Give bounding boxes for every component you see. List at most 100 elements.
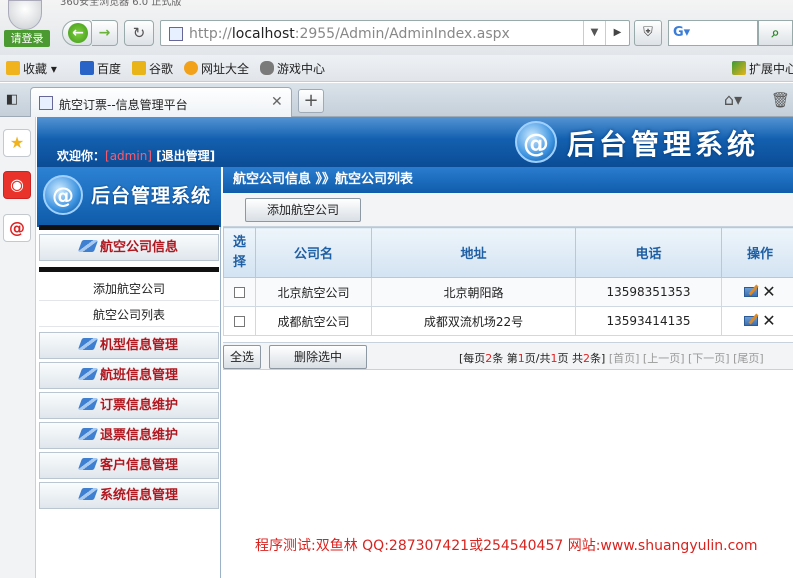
divider xyxy=(39,267,219,272)
cell-phone: 13598351353 xyxy=(575,277,722,307)
cell-name: 北京航空公司 xyxy=(255,277,372,307)
delete-icon[interactable]: ✕ xyxy=(762,313,775,329)
sidebar-header: @ 后台管理系统 xyxy=(37,167,221,227)
address-dropdown-icon[interactable]: ▼ xyxy=(583,21,605,45)
search-icon: ⌕ xyxy=(771,25,780,41)
forward-arrow-icon: → xyxy=(98,25,111,41)
sidebar-toggle-icon[interactable]: ◧ xyxy=(0,89,24,111)
edit-icon[interactable] xyxy=(744,316,759,327)
menu-refund[interactable]: 退票信息维护 xyxy=(39,422,219,449)
menu-system[interactable]: 系统信息管理 xyxy=(39,482,219,509)
page-favicon-icon xyxy=(39,96,53,110)
url-directory-icon xyxy=(184,61,198,75)
gamepad-icon xyxy=(260,61,274,75)
favorite-link[interactable]: 网址大全 xyxy=(184,60,249,78)
table-row: 北京航空公司 北京朝阳路 13598351353 ✕ xyxy=(223,277,793,307)
logo-icon: @ xyxy=(515,121,557,163)
forward-button[interactable]: → xyxy=(92,20,118,46)
favorites-bar: 收藏 ▾ 百度 谷歌 网址大全 游戏中心 扩展中心 xyxy=(0,55,793,82)
pager-prev[interactable]: [上一页] xyxy=(643,352,685,365)
pager-first[interactable]: [首页] xyxy=(609,352,640,365)
baidu-icon xyxy=(80,61,94,75)
star-icon xyxy=(6,61,20,75)
menu-booking[interactable]: 订票信息维护 xyxy=(39,392,219,419)
favorite-link[interactable]: 游戏中心 xyxy=(260,60,325,78)
banner-title: 后台管理系统 xyxy=(567,128,760,161)
pager: [每页2条 第1页/共1页 共2条] [首页] [上一页] [下一页] [尾页] xyxy=(459,352,764,365)
menu-icon xyxy=(77,338,99,350)
column-header: 选择 xyxy=(223,227,256,278)
google-icon xyxy=(132,61,146,75)
divider xyxy=(39,225,219,230)
row-checkbox[interactable] xyxy=(234,287,245,298)
menu-customer[interactable]: 客户信息管理 xyxy=(39,452,219,479)
table-header: 选择 公司名 地址 电话 操作 xyxy=(223,227,793,278)
cell-name: 成都航空公司 xyxy=(255,306,372,336)
menu-flight[interactable]: 航班信息管理 xyxy=(39,362,219,389)
select-all-button[interactable]: 全选 xyxy=(223,345,261,369)
tab-label: 航空订票--信息管理平台 xyxy=(59,98,188,112)
user-avatar[interactable]: 请登录 xyxy=(0,0,52,48)
trash-icon[interactable]: 🗑 xyxy=(768,89,793,111)
refresh-icon: ↻ xyxy=(132,24,146,42)
column-header: 公司名 xyxy=(255,227,372,278)
submenu-add-airline[interactable]: 添加航空公司 xyxy=(39,277,219,301)
menu-icon xyxy=(77,368,99,380)
breadcrumb: 航空公司信息 》》航空公司列表 xyxy=(223,167,793,193)
list-footer: 全选 删除选中 [每页2条 第1页/共1页 共2条] [首页] [上一页] [下… xyxy=(223,342,793,370)
menu-icon xyxy=(77,398,99,410)
favorite-link[interactable]: 百度 xyxy=(80,60,121,78)
weibo-icon[interactable]: ◉ xyxy=(3,171,31,199)
address-url[interactable]: http://localhost:2955/Admin/AdminIndex.a… xyxy=(189,26,510,42)
search-button[interactable]: ⌕ xyxy=(758,20,793,46)
window-title: 360安全浏览器 6.0 正式版 xyxy=(60,0,182,8)
close-tab-icon[interactable]: ✕ xyxy=(271,94,283,110)
refresh-button[interactable]: ↻ xyxy=(124,20,154,46)
tab-admin[interactable]: 航空订票--信息管理平台 ✕ xyxy=(30,87,292,117)
address-bar[interactable]: http://localhost:2955/Admin/AdminIndex.a… xyxy=(160,20,630,46)
favorites-menu[interactable]: 收藏 ▾ xyxy=(6,60,57,78)
cell-address: 北京朝阳路 xyxy=(371,277,576,307)
shield-icon[interactable]: ⛨ xyxy=(634,20,662,46)
menu-airline[interactable]: 航空公司信息 xyxy=(39,234,219,261)
new-tab-button[interactable]: + xyxy=(298,89,324,113)
edit-icon[interactable] xyxy=(744,287,759,298)
logout-link[interactable]: [退出管理] xyxy=(156,149,215,163)
search-input[interactable]: G▾ xyxy=(668,20,758,46)
mail-icon[interactable]: @ xyxy=(3,214,31,242)
menu-icon xyxy=(77,240,99,252)
column-header: 地址 xyxy=(371,227,576,278)
delete-selected-button[interactable]: 删除选中 xyxy=(269,345,367,369)
favorite-link[interactable]: 谷歌 xyxy=(132,60,173,78)
extension-center[interactable]: 扩展中心 xyxy=(732,60,793,78)
add-airline-button[interactable]: 添加航空公司 xyxy=(245,198,361,222)
main-panel: 航空公司信息 》》航空公司列表 添加航空公司 选择 公司名 地址 电话 操作 北… xyxy=(223,167,793,578)
avatar-icon xyxy=(8,0,42,30)
menu-aircraft[interactable]: 机型信息管理 xyxy=(39,332,219,359)
pager-last[interactable]: [尾页] xyxy=(733,352,764,365)
browser-window: 360安全浏览器 6.0 正式版 请登录 ← → ↻ http://localh… xyxy=(0,0,793,578)
menu-icon xyxy=(77,428,99,440)
header-banner: 欢迎你：[admin] [退出管理] @ 后台管理系统 xyxy=(37,117,793,167)
submenu-airline-list[interactable]: 航空公司列表 xyxy=(39,303,219,327)
pager-next[interactable]: [下一页] xyxy=(688,352,730,365)
username: [admin] xyxy=(105,149,152,163)
table-row: 成都航空公司 成都双流机场22号 13593414135 ✕ xyxy=(223,306,793,336)
tab-bar: ◧ 航空订票--信息管理平台 ✕ + ⌂▾ 🗑 xyxy=(0,83,793,117)
back-button[interactable]: ← xyxy=(62,20,92,46)
back-arrow-icon: ← xyxy=(68,23,88,43)
credit-text: 程序测试:双鱼林 QQ:287307421或254540457 网站:www.s… xyxy=(255,538,758,554)
delete-icon[interactable]: ✕ xyxy=(762,284,775,300)
menu-icon xyxy=(77,458,99,470)
cell-phone: 13593414135 xyxy=(575,306,722,336)
browser-toolbar: 360安全浏览器 6.0 正式版 请登录 ← → ↻ http://localh… xyxy=(0,0,793,55)
star-icon[interactable]: ★ xyxy=(3,129,31,157)
login-button[interactable]: 请登录 xyxy=(4,30,50,47)
list-toolbar: 添加航空公司 xyxy=(223,193,793,227)
row-checkbox[interactable] xyxy=(234,316,245,327)
go-icon[interactable]: ▶ xyxy=(605,21,629,45)
logo-icon: @ xyxy=(43,175,83,215)
home-icon[interactable]: ⌂▾ xyxy=(718,89,748,111)
menu-icon xyxy=(77,488,99,500)
sidebar-title: 后台管理系统 xyxy=(91,185,212,207)
